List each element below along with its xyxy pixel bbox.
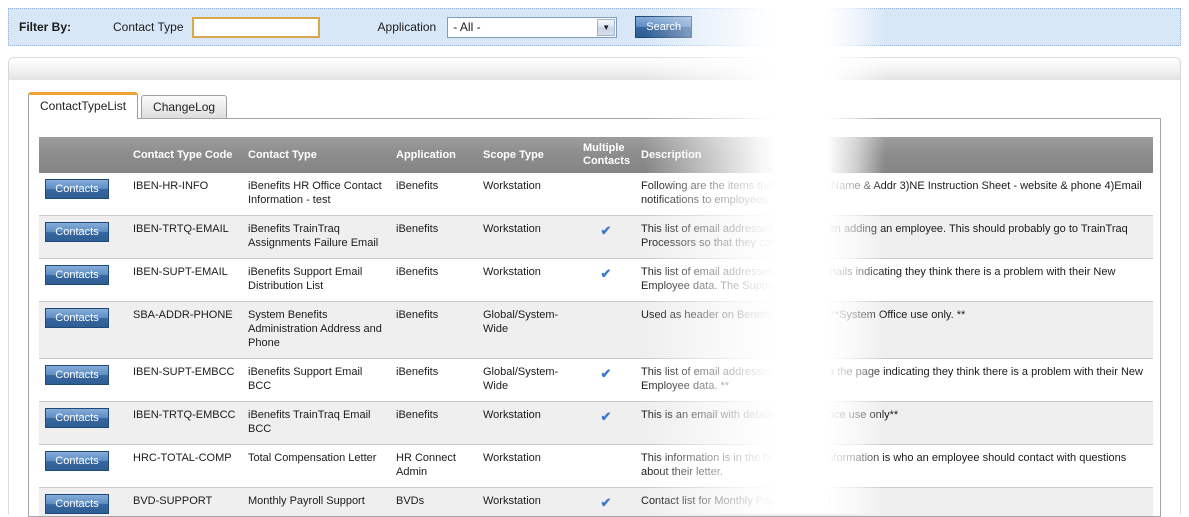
cell-scope: Workstation — [477, 259, 577, 302]
cell-type: System Benefits Administration Address a… — [242, 302, 390, 359]
table-row: Contacts IBEN-SUPT-EMAIL iBenefits Suppo… — [39, 259, 1153, 302]
cell-description: This list of email addresses is BCCd via… — [635, 359, 1153, 402]
tab-contacttypelist[interactable]: ContactTypeList — [28, 92, 138, 119]
contacts-button[interactable]: Contacts — [45, 451, 109, 471]
cell-type: iBenefits Support Email Distribution Lis… — [242, 259, 390, 302]
contacts-button[interactable]: Contacts — [45, 222, 109, 242]
main-panel: ContactTypeList ChangeLog Contact Type C… — [8, 57, 1181, 514]
col-multiple-contacts: Multiple Contacts — [577, 137, 635, 173]
cell-code: IBEN-TRTQ-EMBCC — [127, 402, 242, 445]
cell-scope: Global/System-Wide — [477, 359, 577, 402]
col-contact-type-code: Contact Type Code — [127, 137, 242, 173]
chevron-down-icon[interactable]: ▼ — [597, 19, 615, 36]
table-header-row: Contact Type Code Contact Type Applicati… — [39, 137, 1153, 173]
cell-scope: Workstation — [477, 402, 577, 445]
col-application: Application — [390, 137, 477, 173]
cell-type: iBenefits Support Email BCC — [242, 359, 390, 402]
table-row: Contacts BVD-SUPPORT Monthly Payroll Sup… — [39, 488, 1153, 517]
cell-description: Used as header on Beneficiary letters. *… — [635, 302, 1153, 359]
tab-bar: ContactTypeList ChangeLog — [28, 92, 1180, 118]
cell-description: Following are the items that are sent 2)… — [635, 173, 1153, 216]
contacts-button[interactable]: Contacts — [45, 179, 109, 199]
multiple-contacts-check: ✔ — [577, 259, 635, 302]
multiple-contacts-check: ✔ — [577, 359, 635, 402]
cell-app: iBenefits — [390, 216, 477, 259]
cell-type: iBenefits HR Office Contact Information … — [242, 173, 390, 216]
contact-type-table: Contact Type Code Contact Type Applicati… — [39, 137, 1153, 517]
tab-changelog[interactable]: ChangeLog — [141, 95, 227, 118]
cell-code: HRC-TOTAL-COMP — [127, 445, 242, 488]
table-row: Contacts IBEN-SUPT-EMBCC iBenefits Suppo… — [39, 359, 1153, 402]
tab-content: Contact Type Code Contact Type Applicati… — [28, 118, 1161, 517]
cell-code: IBEN-SUPT-EMAIL — [127, 259, 242, 302]
cell-type: Total Compensation Letter — [242, 445, 390, 488]
col-description: Description — [635, 137, 1153, 173]
table-row: Contacts HRC-TOTAL-COMP Total Compensati… — [39, 445, 1153, 488]
contacts-button[interactable]: Contacts — [45, 265, 109, 285]
cell-description: This list of email addresses is used whe… — [635, 216, 1153, 259]
cell-app: iBenefits — [390, 259, 477, 302]
cell-code: SBA-ADDR-PHONE — [127, 302, 242, 359]
filter-by-label: Filter By: — [19, 20, 71, 34]
table-row: Contacts IBEN-HR-INFO iBenefits HR Offic… — [39, 173, 1153, 216]
application-select[interactable]: - All - ▼ — [447, 17, 617, 38]
contacts-button[interactable]: Contacts — [45, 308, 109, 328]
multiple-contacts-check — [577, 173, 635, 216]
cell-scope: Workstation — [477, 445, 577, 488]
multiple-contacts-check: ✔ — [577, 216, 635, 259]
cell-type: iBenefits TrainTraq Assignments Failure … — [242, 216, 390, 259]
cell-description: Contact list for Monthly Payroll Support — [635, 488, 1153, 517]
cell-description: This is an email with detailed info. **O… — [635, 402, 1153, 445]
col-scope-type: Scope Type — [477, 137, 577, 173]
cell-scope: Workstation — [477, 173, 577, 216]
search-button[interactable]: Search — [635, 16, 692, 38]
cell-code: IBEN-HR-INFO — [127, 173, 242, 216]
cell-description: This information is in the header. The i… — [635, 445, 1153, 488]
cell-scope: Global/System-Wide — [477, 302, 577, 359]
cell-scope: Workstation — [477, 488, 577, 517]
cell-code: BVD-SUPPORT — [127, 488, 242, 517]
cell-scope: Workstation — [477, 216, 577, 259]
table-row: Contacts IBEN-TRTQ-EMAIL iBenefits Train… — [39, 216, 1153, 259]
multiple-contacts-check — [577, 445, 635, 488]
filter-bar: Filter By: Contact Type Application - Al… — [8, 8, 1181, 46]
contact-type-input[interactable] — [192, 17, 320, 38]
table-row: Contacts SBA-ADDR-PHONE System Benefits … — [39, 302, 1153, 359]
multiple-contacts-check — [577, 302, 635, 359]
cell-description: This list of email addresses receives em… — [635, 259, 1153, 302]
cell-app: BVDs — [390, 488, 477, 517]
application-select-value: - All - — [448, 20, 597, 34]
cell-app: iBenefits — [390, 402, 477, 445]
cell-type: Monthly Payroll Support — [242, 488, 390, 517]
multiple-contacts-check: ✔ — [577, 488, 635, 517]
contacts-button[interactable]: Contacts — [45, 408, 109, 428]
multiple-contacts-check: ✔ — [577, 402, 635, 445]
cell-app: HR Connect Admin — [390, 445, 477, 488]
table-row: Contacts IBEN-TRTQ-EMBCC iBenefits Train… — [39, 402, 1153, 445]
application-label: Application — [378, 20, 437, 34]
col-actions — [39, 137, 127, 173]
contacts-button[interactable]: Contacts — [45, 365, 109, 385]
contact-type-label: Contact Type — [113, 20, 184, 34]
panel-header-strip — [9, 58, 1180, 80]
cell-app: iBenefits — [390, 302, 477, 359]
cell-code: IBEN-TRTQ-EMAIL — [127, 216, 242, 259]
contacts-button[interactable]: Contacts — [45, 494, 109, 514]
cell-code: IBEN-SUPT-EMBCC — [127, 359, 242, 402]
cell-app: iBenefits — [390, 359, 477, 402]
cell-type: iBenefits TrainTraq Email BCC — [242, 402, 390, 445]
cell-app: iBenefits — [390, 173, 477, 216]
col-contact-type: Contact Type — [242, 137, 390, 173]
